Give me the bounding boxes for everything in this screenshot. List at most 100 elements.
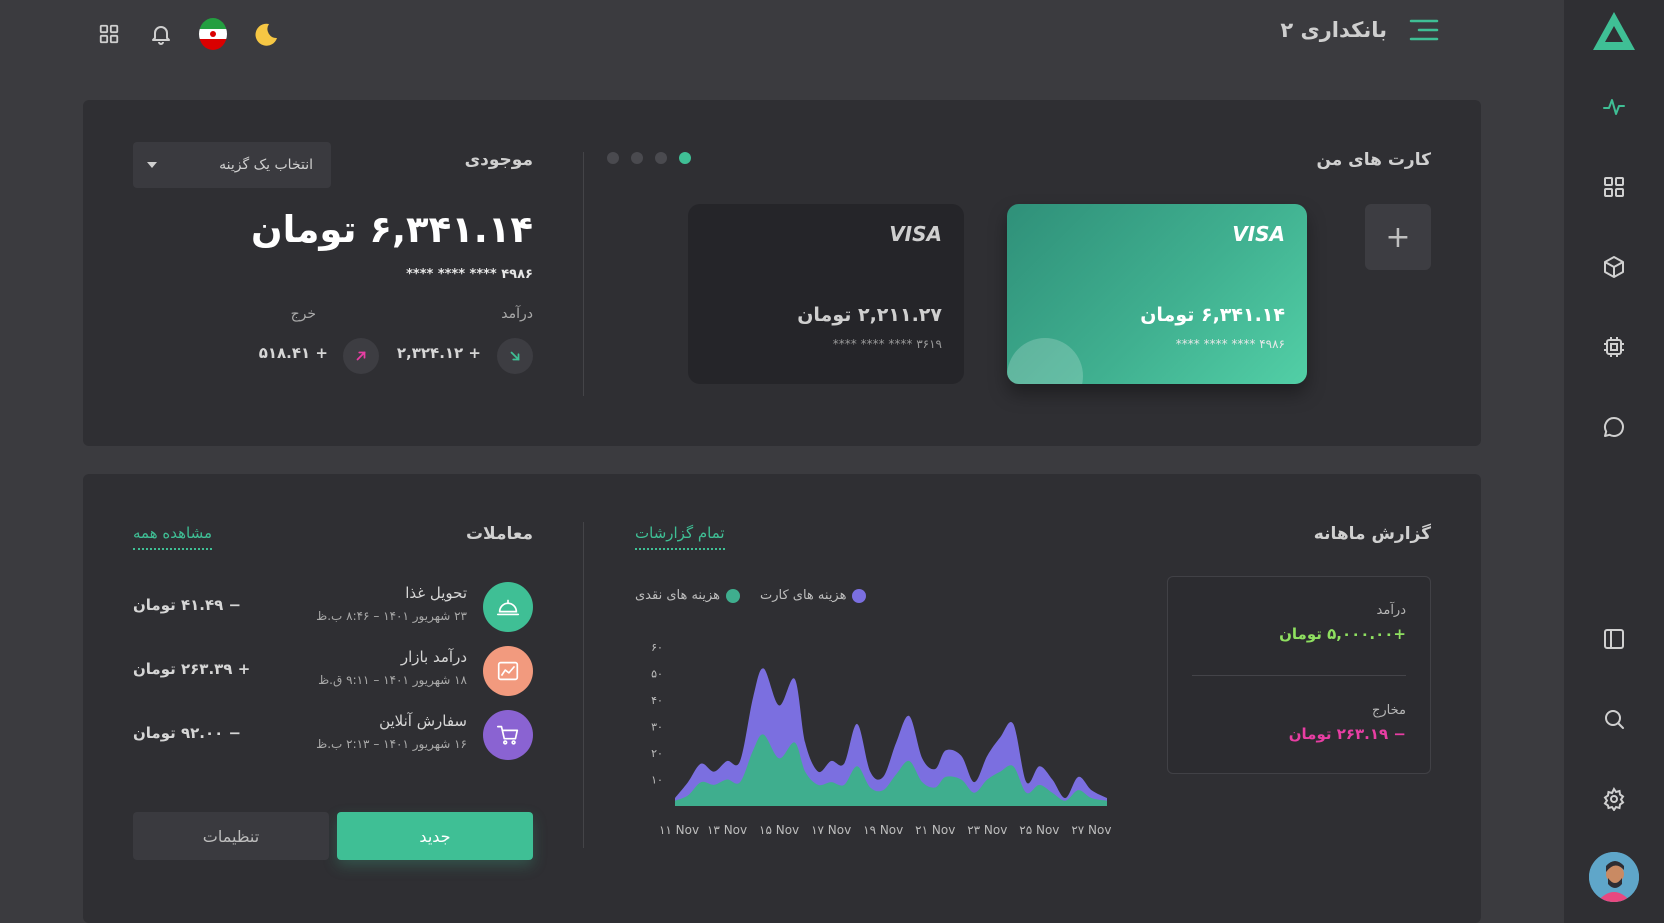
card-brand: VISA: [889, 222, 942, 246]
transaction-title: تحویل غذا: [405, 584, 467, 602]
transaction-title: درآمد بازار: [400, 648, 467, 666]
card-brand: VISA: [1232, 222, 1285, 246]
cart-icon: [483, 710, 533, 760]
arrow-up-right-icon: [343, 338, 379, 374]
brand: بانکداری ۲: [1280, 18, 1439, 42]
balance-amount: ۶,۳۴۱.۱۴ تومان: [251, 208, 533, 251]
card-amount: ۲,۲۱۱.۲۷ تومان: [797, 304, 942, 326]
carousel-dot-1[interactable]: [679, 152, 691, 164]
carousel-dot-2[interactable]: [655, 152, 667, 164]
chart-image-icon: [483, 646, 533, 696]
y-tick-label: ۲۰: [651, 747, 663, 760]
transaction-amount: + ۲۶۳.۳۹ تومان: [133, 660, 251, 678]
x-tick-label: ۲۵ Nov: [1019, 823, 1059, 837]
divider: [583, 152, 584, 396]
cube-icon[interactable]: [1597, 250, 1631, 284]
dashboard-icon[interactable]: [1597, 170, 1631, 204]
sidebar: [1564, 0, 1664, 923]
activity-icon[interactable]: [1597, 90, 1631, 124]
legend-dot-icon: [852, 588, 867, 603]
summary-income-value: +۵,۰۰۰.۰۰ تومان: [1279, 625, 1406, 643]
divider: [583, 522, 584, 848]
transaction-title: سفارش آنلاین: [379, 712, 467, 730]
summary-expense-value: − ۲۶۳.۱۹ تومان: [1288, 725, 1406, 743]
carousel-dot-4[interactable]: [607, 152, 619, 164]
view-all-link[interactable]: مشاهده همه: [133, 524, 213, 550]
x-tick-label: ۲۷ Nov: [1071, 823, 1111, 837]
y-tick-label: ۳۰: [651, 721, 663, 734]
x-tick-label: ۱۳ Nov: [707, 823, 747, 837]
x-tick-label: ۱۱ Nov: [659, 823, 699, 837]
x-tick-label: ۱۷ Nov: [811, 823, 851, 837]
app-title: بانکداری ۲: [1280, 18, 1387, 42]
transaction-amount: − ۹۲.۰۰ تومان: [133, 724, 242, 742]
y-tick-label: ۱۰: [651, 774, 663, 787]
income-value: + ۲,۳۲۴.۱۲: [396, 344, 481, 362]
chat-icon[interactable]: [1597, 410, 1631, 444]
balance-card-number: **** **** **** ۴۹۸۶: [406, 267, 533, 282]
transaction-row[interactable]: سفارش آنلاین ۱۶ شهریور ۱۴۰۱ – ۲:۱۳ ب.ظ −…: [133, 710, 533, 766]
apps-grid-icon[interactable]: [95, 20, 123, 48]
x-tick-label: ۲۱ Nov: [915, 823, 955, 837]
card-number: **** **** **** ۴۹۸۶: [1175, 337, 1285, 351]
transaction-date: ۲۳ شهریور ۱۴۰۱ – ۸:۴۶ ب.ظ: [316, 609, 467, 623]
search-icon[interactable]: [1597, 702, 1631, 736]
layout-icon[interactable]: [1597, 622, 1631, 656]
carousel-dot-3[interactable]: [631, 152, 643, 164]
expenses-area-chart: ۱۰ ۲۰ ۳۰ ۴۰ ۵۰ ۶۰ ۱۱ Nov ۱۳ Nov ۱۵ Nov ۱۷ Nov ۱۹ N…: [651, 641, 1111, 837]
cards-balance-panel: کارت های من + VISA ۶,۳۴۱.۱۴ تومان **** *…: [83, 100, 1481, 446]
carousel-dots: [607, 152, 691, 164]
card-number: **** **** **** ۳۶۱۹: [832, 337, 942, 351]
card-amount: ۶,۳۴۱.۱۴ تومان: [1140, 304, 1285, 326]
x-tick-label: ۱۵ Nov: [759, 823, 799, 837]
new-button[interactable]: جدید: [337, 812, 533, 860]
transaction-row[interactable]: درآمد بازار ۱۸ شهریور ۱۴۰۱ – ۹:۱۱ ق.ظ + …: [133, 646, 533, 702]
cards-title: کارت های من: [1316, 150, 1431, 170]
transactions-title: معاملات: [465, 524, 533, 544]
x-tick-label: ۱۹ Nov: [863, 823, 903, 837]
expense-label: خرج: [290, 306, 316, 322]
menu-icon[interactable]: [1409, 18, 1439, 42]
top-icons: [95, 18, 279, 50]
bell-icon[interactable]: [147, 20, 175, 48]
topbar: بانکداری ۲: [0, 0, 1564, 74]
balance-title: موجودی: [464, 150, 533, 170]
summary-expense-label: مخارج: [1372, 703, 1406, 718]
chart-legend: هزینه های کارت هزینه های نقدی: [635, 588, 867, 603]
transaction-date: ۱۶ شهریور ۱۴۰۱ – ۲:۱۳ ب.ظ: [316, 737, 467, 751]
iran-flag-icon[interactable]: [199, 18, 227, 50]
monthly-summary: درآمد +۵,۰۰۰.۰۰ تومان مخارج − ۲۶۳.۱۹ توم…: [1167, 576, 1431, 774]
chip-icon[interactable]: [1597, 330, 1631, 364]
settings-icon[interactable]: [1597, 782, 1631, 816]
legend-item-card[interactable]: هزینه های کارت: [760, 588, 867, 603]
x-tick-label: ۲۳ Nov: [967, 823, 1007, 837]
account-select[interactable]: انتخاب یک گزینه: [133, 142, 331, 188]
settings-button[interactable]: تنظیمات: [133, 812, 329, 860]
legend-label: هزینه های کارت: [760, 588, 847, 603]
y-tick-label: ۴۰: [651, 694, 663, 707]
transaction-amount: − ۴۱.۴۹ تومان: [133, 596, 242, 614]
moon-icon[interactable]: [251, 20, 279, 48]
food-cloche-icon: [483, 582, 533, 632]
card-decoration: [1007, 338, 1083, 384]
expense-value: + ۵۱۸.۴۱: [258, 344, 328, 362]
bank-card-primary[interactable]: VISA ۶,۳۴۱.۱۴ تومان **** **** **** ۴۹۸۶: [1007, 204, 1307, 384]
summary-divider: [1192, 675, 1406, 676]
add-card-button[interactable]: +: [1365, 204, 1431, 270]
income-label: درآمد: [501, 306, 533, 322]
legend-label: هزینه های نقدی: [635, 588, 720, 603]
bank-card-secondary[interactable]: VISA ۲,۲۱۱.۲۷ تومان **** **** **** ۳۶۱۹: [688, 204, 964, 384]
transaction-date: ۱۸ شهریور ۱۴۰۱ – ۹:۱۱ ق.ظ: [318, 673, 467, 687]
logo-icon[interactable]: [1591, 10, 1637, 52]
legend-dot-icon: [726, 588, 740, 603]
monthly-report-title: گزارش ماهانه: [1313, 524, 1431, 544]
reports-panel: گزارش ماهانه تمام گزارشات درآمد +۵,۰۰۰.۰…: [83, 474, 1481, 923]
summary-income-label: درآمد: [1376, 603, 1406, 618]
arrow-down-right-icon: [497, 338, 533, 374]
y-tick-label: ۵۰: [651, 668, 663, 681]
avatar[interactable]: [1589, 852, 1639, 902]
all-reports-link[interactable]: تمام گزارشات: [635, 524, 725, 550]
chevron-down-icon: [147, 162, 157, 168]
transaction-row[interactable]: تحویل غذا ۲۳ شهریور ۱۴۰۱ – ۸:۴۶ ب.ظ − ۴۱…: [133, 582, 533, 638]
legend-item-cash[interactable]: هزینه های نقدی: [635, 588, 740, 603]
